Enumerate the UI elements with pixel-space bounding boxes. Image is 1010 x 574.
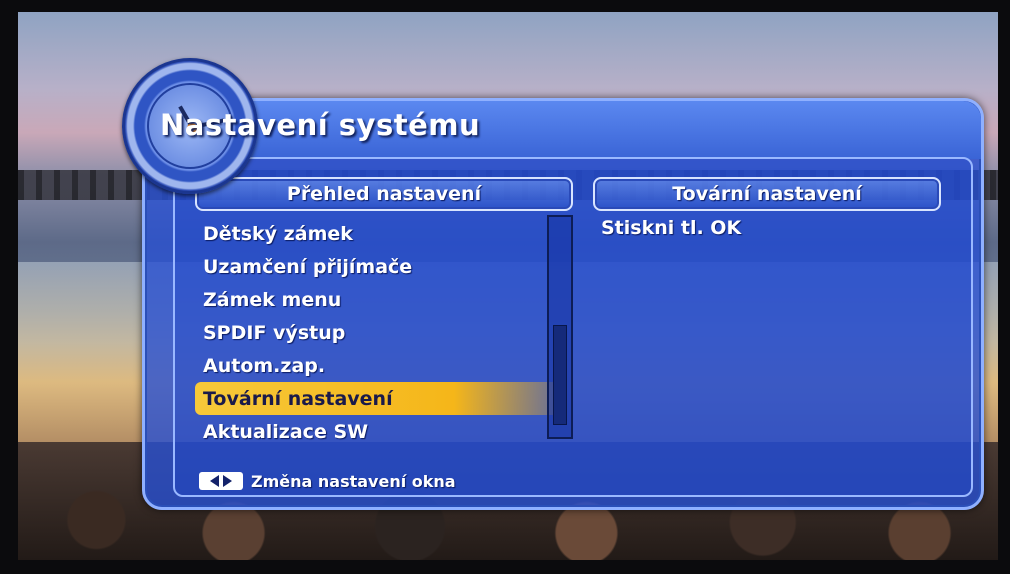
detail-instruction: Stiskni tl. OK bbox=[601, 217, 742, 239]
window-title: Nastavení systému bbox=[160, 108, 481, 142]
menu-item-software-update[interactable]: Aktualizace SW bbox=[195, 415, 565, 448]
scrollbar-thumb[interactable] bbox=[553, 325, 567, 425]
settings-menu: Dětský zámek Uzamčení přijímače Zámek me… bbox=[195, 217, 565, 448]
menu-item-auto-power-on[interactable]: Autom.zap. bbox=[195, 349, 565, 382]
tv-screen: Přehled nastavení Tovární nastavení Děts… bbox=[18, 12, 998, 560]
tv-frame: Přehled nastavení Tovární nastavení Děts… bbox=[0, 0, 1010, 574]
footer-hint: Změna nastavení okna bbox=[199, 469, 456, 493]
detail-panel-header: Tovární nastavení bbox=[593, 177, 941, 211]
left-right-arrows-icon bbox=[199, 472, 243, 490]
menu-item-factory-reset[interactable]: Tovární nastavení bbox=[195, 382, 565, 415]
overview-panel-header: Přehled nastavení bbox=[195, 177, 573, 211]
menu-item-menu-lock[interactable]: Zámek menu bbox=[195, 283, 565, 316]
footer-hint-text: Změna nastavení okna bbox=[251, 471, 456, 491]
menu-item-child-lock[interactable]: Dětský zámek bbox=[195, 217, 565, 250]
menu-item-receiver-lock[interactable]: Uzamčení přijímače bbox=[195, 250, 565, 283]
menu-item-spdif-output[interactable]: SPDIF výstup bbox=[195, 316, 565, 349]
settings-window: Přehled nastavení Tovární nastavení Děts… bbox=[142, 98, 984, 510]
menu-scrollbar[interactable] bbox=[547, 215, 573, 439]
